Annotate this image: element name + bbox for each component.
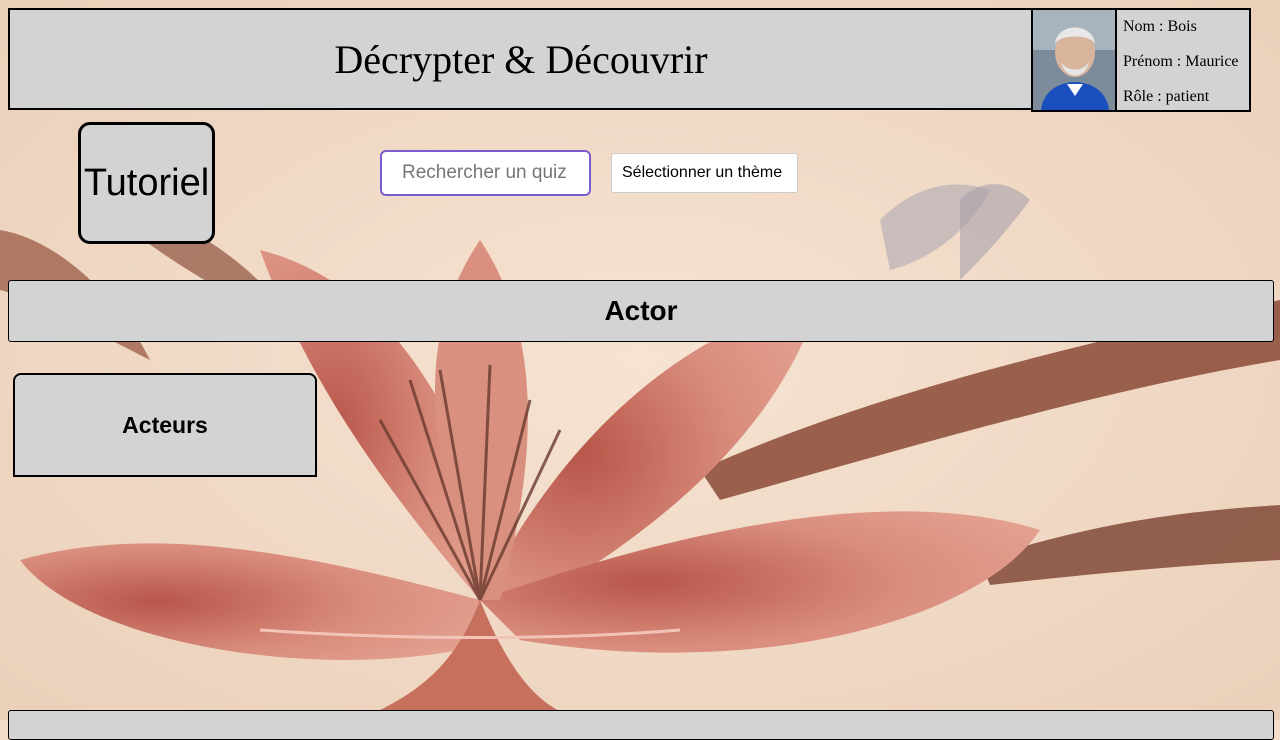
quiz-search-input[interactable] xyxy=(380,150,591,196)
theme-select[interactable]: Sélectionner un thème xyxy=(611,153,798,193)
section-header: Actor xyxy=(8,280,1274,342)
user-info: Nom : Bois Prénom : Maurice Rôle : patie… xyxy=(1117,10,1249,110)
user-avatar xyxy=(1033,10,1117,110)
tutorial-button[interactable]: Tutoriel xyxy=(78,122,215,244)
user-photo-icon xyxy=(1033,10,1115,110)
user-first-name: Prénom : Maurice xyxy=(1123,53,1239,70)
user-last-name: Nom : Bois xyxy=(1123,18,1197,35)
quiz-card-acteurs[interactable]: Acteurs xyxy=(13,373,317,477)
user-profile-card: Nom : Bois Prénom : Maurice Rôle : patie… xyxy=(1031,8,1251,112)
section-title: Actor xyxy=(604,295,678,326)
app-title: Décrypter & Découvrir xyxy=(334,36,708,82)
user-role: Rôle : patient xyxy=(1123,88,1210,105)
app-header: Décrypter & Découvrir xyxy=(8,8,1032,110)
next-section-bar xyxy=(8,710,1274,740)
